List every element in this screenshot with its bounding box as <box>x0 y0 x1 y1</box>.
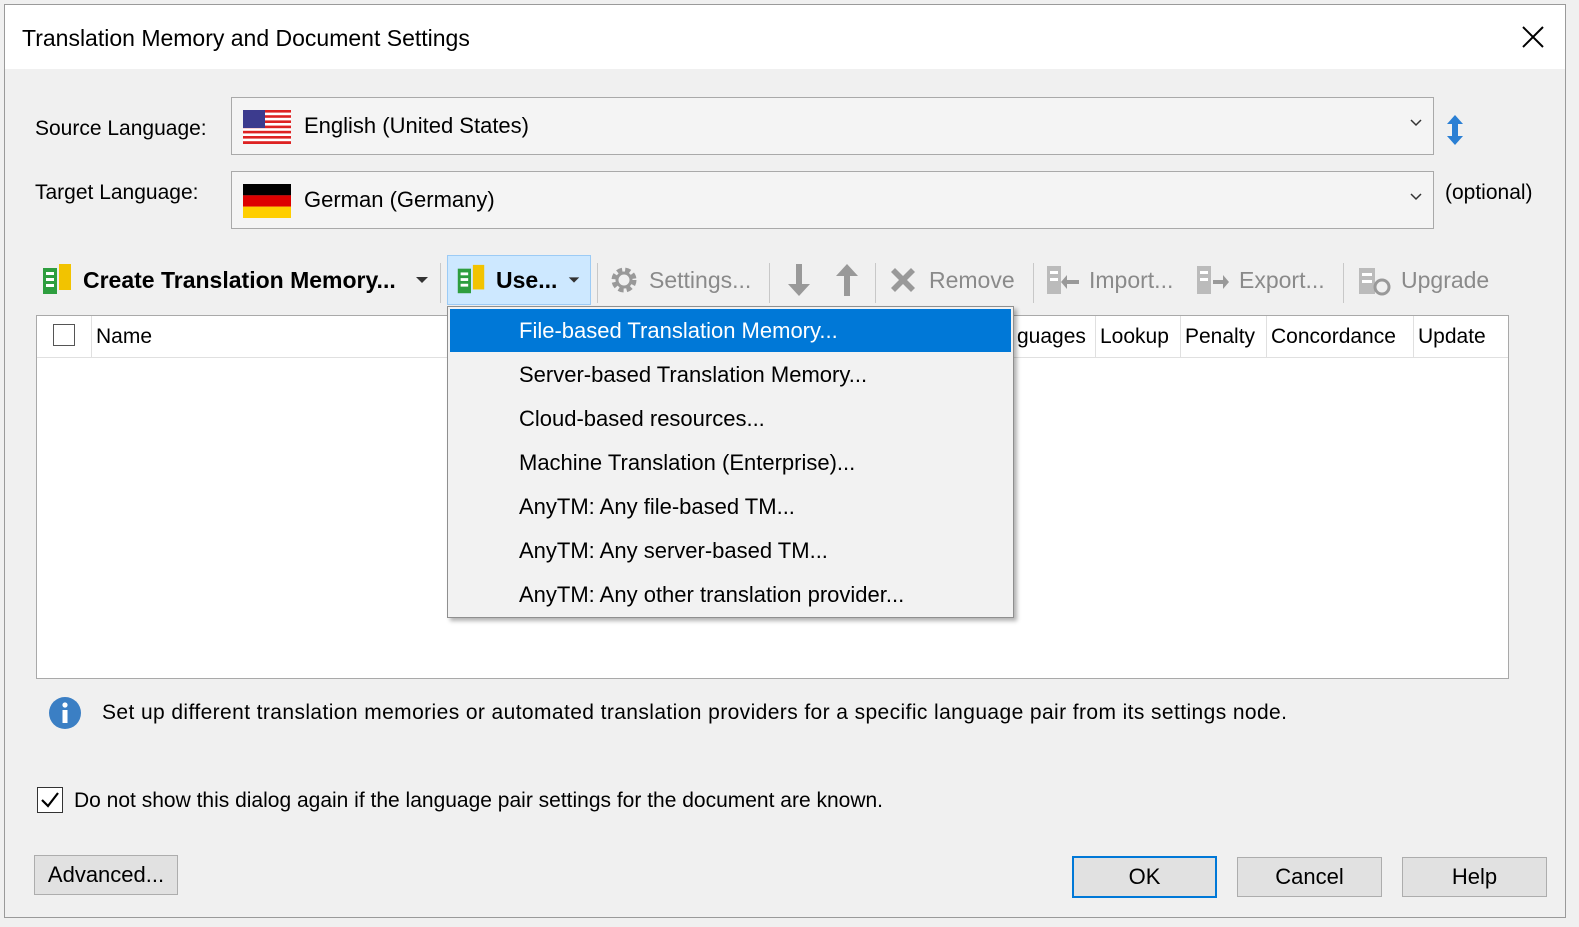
settings-label: Settings... <box>649 266 752 293</box>
column-header-languages[interactable]: guages <box>1013 316 1097 358</box>
menu-item-anytm-file[interactable]: AnyTM: Any file-based TM... <box>450 485 1011 528</box>
target-language-dropdown[interactable]: German (Germany) <box>231 171 1434 229</box>
source-language-label: Source Language: <box>35 117 207 140</box>
menu-item-server-based-tm[interactable]: Server-based Translation Memory... <box>450 353 1011 396</box>
menu-item-label: AnyTM: Any server-based TM... <box>519 537 828 563</box>
settings-button[interactable]: Settings... <box>607 255 751 305</box>
column-header-name[interactable]: Name <box>91 316 451 358</box>
dropdown-arrow-icon <box>569 277 580 283</box>
toolbar-separator <box>440 263 441 303</box>
menu-item-label: Server-based Translation Memory... <box>519 361 868 387</box>
column-name-label: Name <box>96 325 153 348</box>
toolbar-separator <box>1343 263 1344 303</box>
remove-button[interactable]: Remove <box>887 255 1015 305</box>
column-header-lookup[interactable]: Lookup <box>1095 316 1180 358</box>
menu-item-anytm-server[interactable]: AnyTM: Any server-based TM... <box>450 529 1011 572</box>
move-up-button[interactable] <box>833 255 861 305</box>
dropdown-arrow-icon <box>415 277 428 283</box>
chevron-down-icon <box>1410 193 1422 201</box>
menu-item-label: File-based Translation Memory... <box>519 317 838 343</box>
swap-languages-icon[interactable] <box>1441 113 1469 147</box>
dialog-title: Translation Memory and Document Settings <box>22 25 470 51</box>
import-button[interactable]: Import... <box>1045 255 1173 305</box>
source-language-value: English (United States) <box>304 113 529 138</box>
export-label: Export... <box>1239 266 1325 293</box>
menu-item-label: AnyTM: Any file-based TM... <box>519 493 795 519</box>
info-text: Set up different translation memories or… <box>102 701 1288 724</box>
select-all-checkbox[interactable] <box>53 324 75 346</box>
ok-button[interactable]: OK <box>1072 856 1217 898</box>
use-button[interactable]: Use... <box>447 255 591 305</box>
us-flag-icon <box>243 110 291 144</box>
arrow-up-icon <box>836 264 858 296</box>
menu-item-anytm-other[interactable]: AnyTM: Any other translation provider... <box>450 573 1011 616</box>
tm-settings-dialog: Translation Memory and Document Settings… <box>4 4 1566 918</box>
remove-x-icon <box>891 268 915 292</box>
source-language-dropdown[interactable]: English (United States) <box>231 97 1434 155</box>
upgrade-icon <box>1359 268 1391 296</box>
toolbar-separator <box>597 263 598 303</box>
target-language-label: Target Language: <box>35 181 199 204</box>
column-header-update[interactable]: Update <box>1413 316 1503 358</box>
use-dropdown-menu: File-based Translation Memory... Server-… <box>447 306 1014 618</box>
checkmark-icon <box>41 792 59 808</box>
toolbar-separator <box>1033 263 1034 303</box>
import-label: Import... <box>1089 266 1174 293</box>
menu-item-label: Machine Translation (Enterprise)... <box>519 449 856 475</box>
upgrade-button[interactable]: Upgrade <box>1357 255 1489 305</box>
cancel-button[interactable]: Cancel <box>1237 857 1382 897</box>
create-tm-label: Create Translation Memory... <box>83 266 396 293</box>
use-label: Use... <box>496 266 558 293</box>
menu-item-machine-translation[interactable]: Machine Translation (Enterprise)... <box>450 441 1011 484</box>
column-penalty-label: Penalty <box>1185 325 1256 348</box>
toolbar-separator <box>875 263 876 303</box>
column-update-label: Update <box>1418 325 1486 348</box>
ok-label: OK <box>1128 864 1161 889</box>
cancel-label: Cancel <box>1275 864 1344 889</box>
advanced-label: Advanced... <box>47 862 165 887</box>
advanced-button[interactable]: Advanced... <box>34 855 178 895</box>
toolbar-separator <box>769 263 770 303</box>
help-button[interactable]: Help <box>1402 857 1547 897</box>
gear-icon <box>611 267 637 293</box>
import-icon <box>1047 266 1079 294</box>
export-icon <box>1197 266 1229 294</box>
chevron-down-icon <box>1410 119 1422 127</box>
create-tm-button[interactable]: Create Translation Memory... <box>39 255 430 305</box>
column-concordance-label: Concordance <box>1271 325 1396 348</box>
column-header-concordance[interactable]: Concordance <box>1266 316 1413 358</box>
tm-icon <box>43 264 71 294</box>
optional-label: (optional) <box>1445 181 1533 204</box>
export-button[interactable]: Export... <box>1195 255 1325 305</box>
de-flag-icon <box>243 184 291 218</box>
target-language-value: German (Germany) <box>304 187 495 212</box>
menu-item-cloud-resources[interactable]: Cloud-based resources... <box>450 397 1011 440</box>
tm-toolbar: Create Translation Memory... Use... Sett… <box>35 255 1515 305</box>
close-icon <box>1522 26 1544 48</box>
column-header-penalty[interactable]: Penalty <box>1180 316 1266 358</box>
arrow-down-icon <box>788 264 810 296</box>
do-not-show-label: Do not show this dialog again if the lan… <box>74 789 884 812</box>
menu-item-label: Cloud-based resources... <box>519 405 765 431</box>
do-not-show-checkbox[interactable] <box>37 787 63 813</box>
move-down-button[interactable] <box>785 255 813 305</box>
menu-item-label: AnyTM: Any other translation provider... <box>519 581 905 607</box>
title-bar: Translation Memory and Document Settings <box>5 5 1565 69</box>
tm-icon <box>457 264 485 294</box>
column-lookup-label: Lookup <box>1100 325 1169 348</box>
menu-item-file-based-tm[interactable]: File-based Translation Memory... <box>450 309 1011 352</box>
info-icon <box>49 697 81 729</box>
upgrade-label: Upgrade <box>1401 266 1490 293</box>
close-button[interactable] <box>1515 19 1551 55</box>
remove-label: Remove <box>929 266 1015 293</box>
column-languages-label: guages <box>1017 325 1086 348</box>
help-label: Help <box>1451 864 1498 889</box>
